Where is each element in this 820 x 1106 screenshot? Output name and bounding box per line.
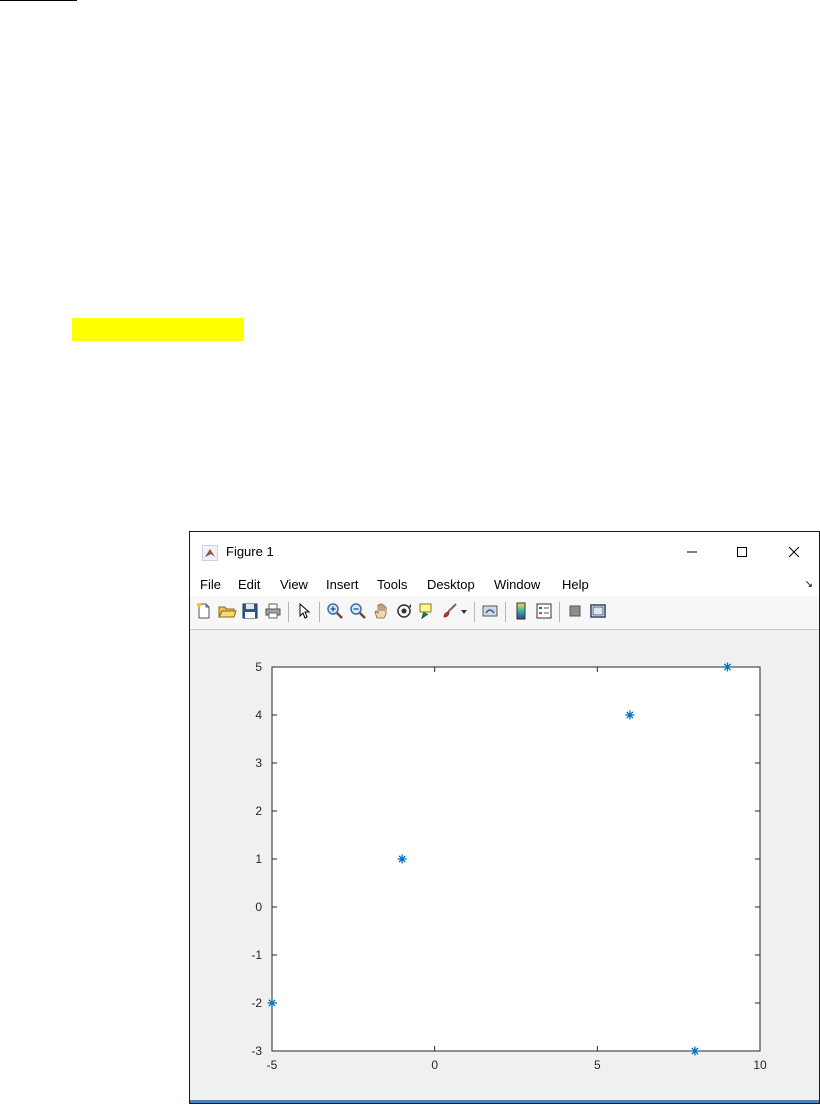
toolbar-separator xyxy=(319,602,320,622)
minimize-icon xyxy=(687,551,697,553)
y-tick-label: -2 xyxy=(251,996,262,1010)
y-tick-label: 1 xyxy=(255,852,262,866)
brush-dropdown-icon[interactable] xyxy=(459,601,469,621)
y-tick-label: -1 xyxy=(251,948,262,962)
menu-bar: File Edit View Insert Tools Desktop Wind… xyxy=(190,572,819,596)
y-tick-label: -3 xyxy=(251,1044,262,1058)
zoom-out-icon[interactable] xyxy=(348,601,368,621)
toolbar xyxy=(190,596,819,630)
print-icon[interactable] xyxy=(263,601,283,621)
menu-desktop[interactable]: Desktop xyxy=(427,577,475,592)
x-tick-label: 5 xyxy=(594,1058,601,1072)
new-figure-icon[interactable] xyxy=(194,601,214,621)
matlab-logo-icon xyxy=(202,545,218,561)
toolbar-separator xyxy=(559,602,560,622)
brush-icon[interactable] xyxy=(440,601,460,621)
highlighted-text-block xyxy=(72,318,244,341)
menu-help[interactable]: Help xyxy=(562,577,589,592)
close-icon xyxy=(788,546,800,558)
minimize-button[interactable] xyxy=(670,538,714,566)
insert-colorbar-icon[interactable] xyxy=(511,601,531,621)
y-tick-label: 5 xyxy=(255,660,262,674)
link-plot-icon[interactable] xyxy=(480,601,500,621)
figure-window: Figure 1 File Edit View Insert Tools Des… xyxy=(189,531,820,1104)
close-button[interactable] xyxy=(772,538,816,566)
pan-icon[interactable] xyxy=(371,601,391,621)
menu-edit[interactable]: Edit xyxy=(238,577,260,592)
menu-file[interactable]: File xyxy=(200,577,221,592)
y-tick-label: 0 xyxy=(255,900,262,914)
rotate-3d-icon[interactable] xyxy=(394,601,414,621)
top-rule xyxy=(0,0,77,1)
insert-legend-icon[interactable] xyxy=(534,601,554,621)
data-cursor-icon[interactable] xyxy=(417,601,437,621)
scatter-chart[interactable]: -5 0 5 10 -3 -2 -1 0 1 2 3 4 5 xyxy=(190,630,819,1101)
y-tick-label: 4 xyxy=(255,708,262,722)
window-title: Figure 1 xyxy=(226,544,274,559)
maximize-icon xyxy=(737,547,747,557)
zoom-in-icon[interactable] xyxy=(325,601,345,621)
toolbar-separator xyxy=(505,602,506,622)
menu-tools[interactable]: Tools xyxy=(377,577,407,592)
plot-area: -5 0 5 10 -3 -2 -1 0 1 2 3 4 5 xyxy=(190,630,819,1100)
menu-insert[interactable]: Insert xyxy=(326,577,359,592)
y-tick-label: 2 xyxy=(255,804,262,818)
maximize-button[interactable] xyxy=(720,538,764,566)
axes-box xyxy=(271,666,761,1052)
window-bottom-border xyxy=(190,1100,819,1103)
hide-plot-tools-icon[interactable] xyxy=(565,601,585,621)
toolbar-separator xyxy=(288,602,289,622)
x-tick-label: 10 xyxy=(753,1058,767,1072)
y-tick-label: 3 xyxy=(255,756,262,770)
select-pointer-icon[interactable] xyxy=(294,601,314,621)
dock-arrow-icon[interactable]: ↘ xyxy=(805,579,813,590)
menu-window[interactable]: Window xyxy=(494,577,540,592)
show-plot-tools-icon[interactable] xyxy=(588,601,608,621)
menu-view[interactable]: View xyxy=(280,577,308,592)
save-icon[interactable] xyxy=(240,601,260,621)
x-tick-label: 0 xyxy=(431,1058,438,1072)
toolbar-separator xyxy=(474,602,475,622)
x-tick-label: -5 xyxy=(267,1058,278,1072)
title-bar: Figure 1 xyxy=(190,532,819,572)
open-file-icon[interactable] xyxy=(217,601,237,621)
